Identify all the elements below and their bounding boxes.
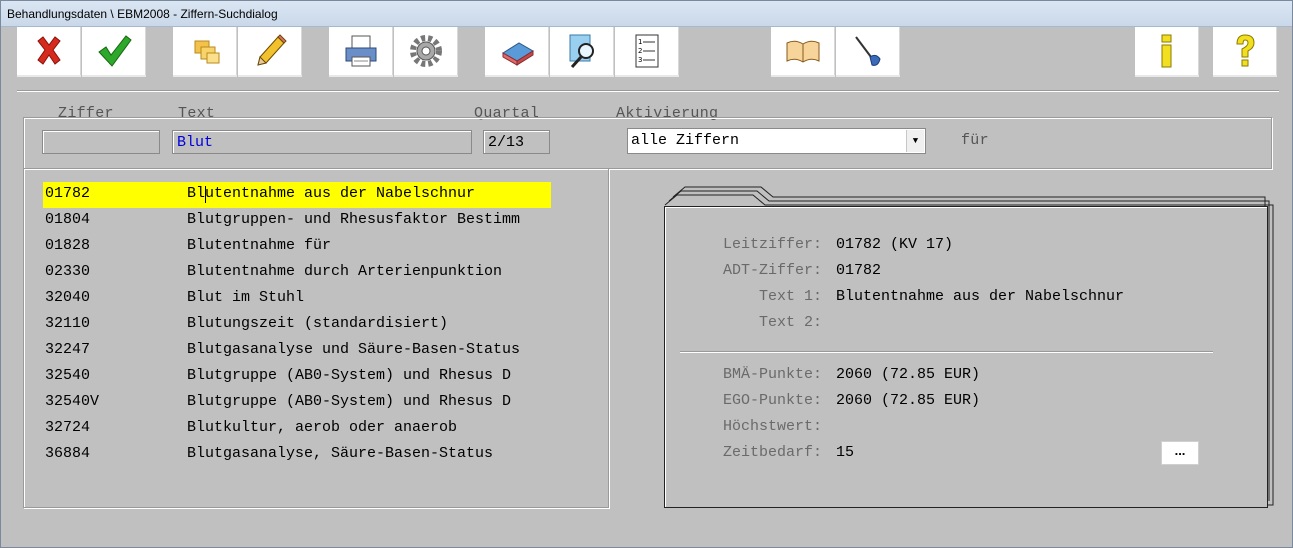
item-code: 32540 bbox=[45, 367, 91, 384]
results-list[interactable]: 01782 Blutentnahme aus der Nabelschnur 0… bbox=[23, 168, 609, 508]
help-button[interactable] bbox=[1213, 27, 1277, 75]
svg-text:2: 2 bbox=[638, 47, 642, 55]
search-document-icon bbox=[569, 34, 594, 69]
aktivierung-select[interactable]: alle Ziffern ▼ bbox=[627, 128, 926, 154]
item-code: 32724 bbox=[45, 419, 91, 436]
svg-text:1: 1 bbox=[638, 38, 642, 46]
toolbar: 1 2 3 bbox=[1, 27, 1292, 83]
gear-icon bbox=[409, 35, 442, 67]
item-code: 32247 bbox=[45, 341, 91, 358]
list-item[interactable]: 01828 Blutentnahme für bbox=[43, 234, 551, 260]
window-title: Behandlungsdaten \ EBM2008 - Ziffern-Suc… bbox=[7, 7, 278, 21]
list-item[interactable]: 32110 Blutungszeit (standardisiert) bbox=[43, 312, 551, 338]
boxes-icon bbox=[194, 40, 219, 64]
hoechst-label: Höchstwert: bbox=[722, 418, 822, 435]
eraser-icon bbox=[501, 42, 534, 66]
ziffer-input[interactable] bbox=[42, 130, 160, 154]
pen-hand-icon bbox=[854, 36, 881, 66]
leitziffer-label: Leitziffer: bbox=[722, 236, 822, 253]
chevron-down-icon[interactable]: ▼ bbox=[906, 130, 924, 152]
fuer-label: für bbox=[961, 132, 989, 149]
item-text: Blut im Stuhl bbox=[187, 289, 305, 306]
item-code: 01804 bbox=[45, 211, 91, 228]
printer-icon bbox=[345, 35, 376, 67]
list-item[interactable]: 02330 Blutentnahme durch Arterienpunktio… bbox=[43, 260, 551, 286]
item-code: 32540V bbox=[45, 393, 100, 410]
ego-value: 2060 (72.85 EUR) bbox=[836, 392, 981, 409]
list-item[interactable]: 32540V Blutgruppe (AB0-System) und Rhesu… bbox=[43, 390, 551, 416]
text-cursor bbox=[205, 186, 206, 203]
list-item[interactable]: 36884 Blutgasanalyse, Säure-Basen-Status bbox=[43, 442, 551, 468]
text-input[interactable]: Blut bbox=[172, 130, 472, 154]
item-text: Blutgruppe (AB0-System) und Rhesus D bbox=[187, 393, 512, 410]
leitziffer-value: 01782 (KV 17) bbox=[836, 236, 954, 253]
item-text: Blutentnahme für bbox=[187, 237, 332, 254]
toolbar-separator bbox=[17, 90, 1279, 92]
item-code: 02330 bbox=[45, 263, 91, 280]
item-code: 01828 bbox=[45, 237, 91, 254]
boxes-button[interactable] bbox=[173, 27, 237, 75]
list-item[interactable]: 32040 Blut im Stuhl bbox=[43, 286, 551, 312]
book-button[interactable] bbox=[771, 27, 835, 75]
item-code: 32040 bbox=[45, 289, 91, 306]
zeit-label: Zeitbedarf: bbox=[722, 444, 822, 461]
search-dialog-window: Behandlungsdaten \ EBM2008 - Ziffern-Suc… bbox=[0, 0, 1293, 548]
cancel-button[interactable] bbox=[17, 27, 81, 75]
bma-label: BMÄ-Punkte: bbox=[722, 366, 822, 383]
cancel-icon bbox=[36, 36, 61, 65]
text2-label: Text 2: bbox=[758, 314, 822, 331]
detail-separator bbox=[680, 351, 1213, 353]
more-button[interactable]: ... bbox=[1161, 441, 1199, 465]
text1-label: Text 1: bbox=[758, 288, 822, 305]
ego-label: EGO-Punkte: bbox=[722, 392, 822, 409]
adt-label: ADT-Ziffer: bbox=[722, 262, 822, 279]
item-text: Blutgruppe (AB0-System) und Rhesus D bbox=[187, 367, 512, 384]
print-button[interactable] bbox=[329, 27, 393, 75]
item-code: 01782 bbox=[45, 185, 91, 202]
adt-value: 01782 bbox=[836, 262, 882, 279]
list-item[interactable]: 32540 Blutgruppe (AB0-System) und Rhesus… bbox=[43, 364, 551, 390]
item-text: Blutentnahme aus der Nabelschnur bbox=[187, 185, 476, 202]
svg-text:3: 3 bbox=[638, 56, 642, 64]
list-button[interactable]: 1 2 3 bbox=[615, 27, 679, 75]
numbered-list-icon: 1 2 3 bbox=[635, 34, 658, 68]
zeit-value: 15 bbox=[836, 444, 855, 461]
signature-button[interactable] bbox=[836, 27, 900, 75]
item-text: Blutentnahme durch Arterienpunktion bbox=[187, 263, 503, 280]
info-icon bbox=[1161, 34, 1171, 68]
list-item[interactable]: 32247 Blutgasanalyse und Säure-Basen-Sta… bbox=[43, 338, 551, 364]
bma-value: 2060 (72.85 EUR) bbox=[836, 366, 981, 383]
list-item[interactable]: 01804 Blutgruppen- und Rhesusfaktor Best… bbox=[43, 208, 551, 234]
edit-button[interactable] bbox=[238, 27, 302, 75]
item-text: Blutgasanalyse und Säure-Basen-Status bbox=[187, 341, 521, 358]
pencil-icon bbox=[256, 34, 287, 66]
item-text: Blutungszeit (standardisiert) bbox=[187, 315, 449, 332]
item-text: Blutgruppen- und Rhesusfaktor Bestimm bbox=[187, 211, 521, 228]
settings-button[interactable] bbox=[394, 27, 458, 75]
list-item[interactable]: 01782 Blutentnahme aus der Nabelschnur bbox=[43, 182, 551, 208]
help-icon bbox=[1235, 34, 1255, 67]
text1-value: Blutentnahme aus der Nabelschnur bbox=[836, 288, 1125, 305]
ok-icon bbox=[97, 35, 132, 67]
info-button[interactable] bbox=[1135, 27, 1199, 75]
item-code: 32110 bbox=[45, 315, 91, 332]
title-bar: Behandlungsdaten \ EBM2008 - Ziffern-Suc… bbox=[1, 1, 1292, 27]
list-item[interactable]: 32724 Blutkultur, aerob oder anaerob bbox=[43, 416, 551, 442]
search-button[interactable] bbox=[550, 27, 614, 75]
quartal-input[interactable]: 2/13 bbox=[483, 130, 550, 154]
ok-button[interactable] bbox=[82, 27, 146, 75]
item-text: Blutkultur, aerob oder anaerob bbox=[187, 419, 458, 436]
item-text: Blutgasanalyse, Säure-Basen-Status bbox=[187, 445, 494, 462]
aktivierung-selected: alle Ziffern bbox=[631, 132, 740, 149]
item-code: 36884 bbox=[45, 445, 91, 462]
book-icon bbox=[786, 40, 819, 63]
erase-button[interactable] bbox=[485, 27, 549, 75]
